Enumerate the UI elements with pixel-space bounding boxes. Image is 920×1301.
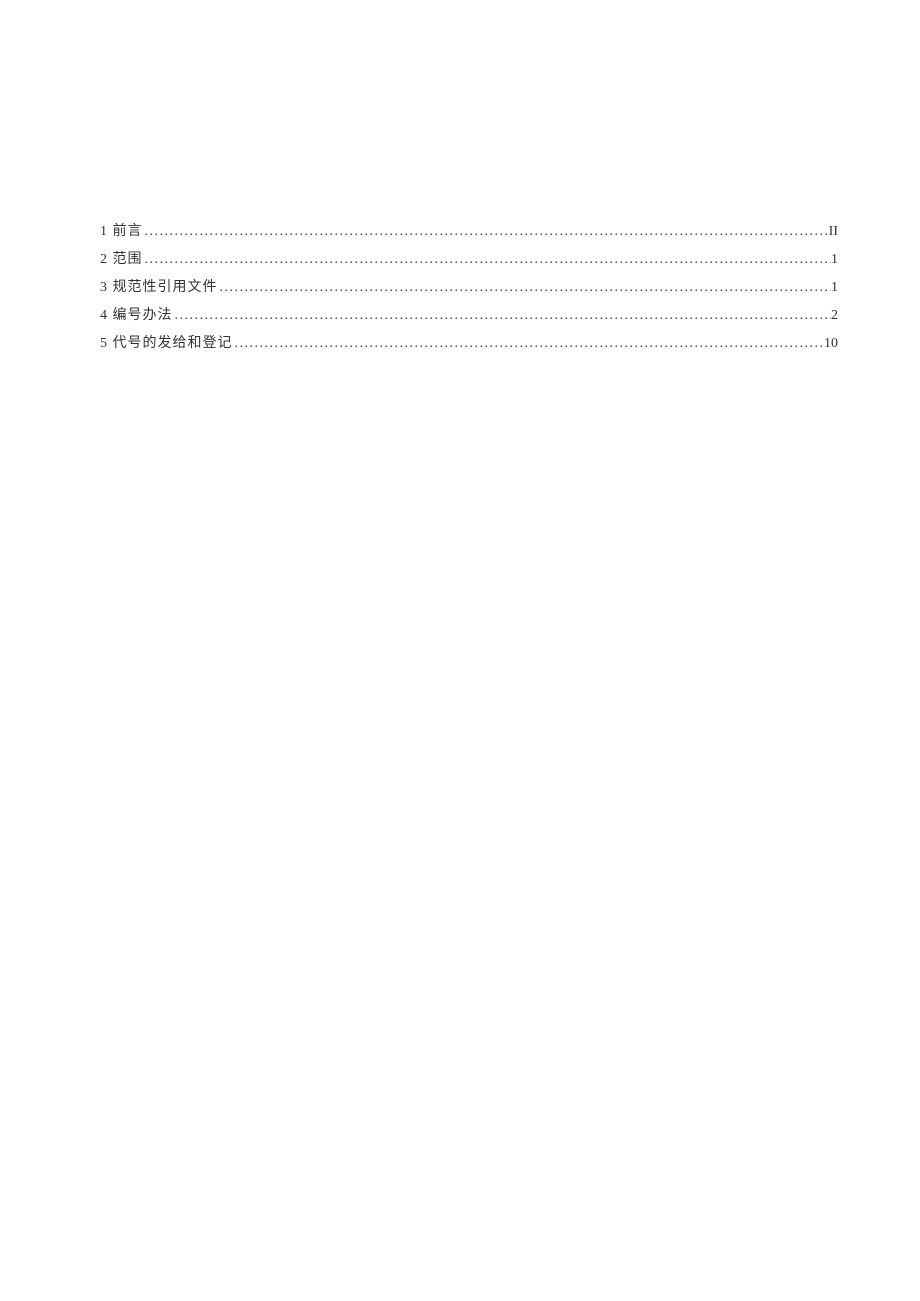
toc-entry: 3 规范性引用文件 1: [100, 276, 838, 296]
toc-page-number: II: [829, 224, 838, 240]
toc-entry: 5 代号的发给和登记 10: [100, 332, 838, 352]
toc-leader-dots: [233, 336, 825, 352]
toc-page-number: 1: [831, 280, 838, 296]
toc-page-number: 2: [831, 308, 838, 324]
toc-entry: 2 范围 1: [100, 248, 838, 268]
toc-leader-dots: [143, 252, 832, 268]
toc-page-number: 10: [824, 336, 838, 352]
toc-leader-dots: [173, 308, 832, 324]
toc-entry: 1 前言 II: [100, 220, 838, 240]
toc-label: 2 范围: [100, 248, 143, 268]
toc-leader-dots: [218, 280, 832, 296]
toc-entry: 4 编号办法 2: [100, 304, 838, 324]
toc-page-number: 1: [831, 252, 838, 268]
toc-label: 4 编号办法: [100, 304, 173, 324]
table-of-contents: 1 前言 II 2 范围 1 3 规范性引用文件 1 4 编号办法 2 5 代号…: [100, 220, 838, 352]
toc-label: 5 代号的发给和登记: [100, 332, 233, 352]
toc-label: 1 前言: [100, 220, 143, 240]
toc-leader-dots: [143, 224, 829, 240]
toc-label: 3 规范性引用文件: [100, 276, 218, 296]
